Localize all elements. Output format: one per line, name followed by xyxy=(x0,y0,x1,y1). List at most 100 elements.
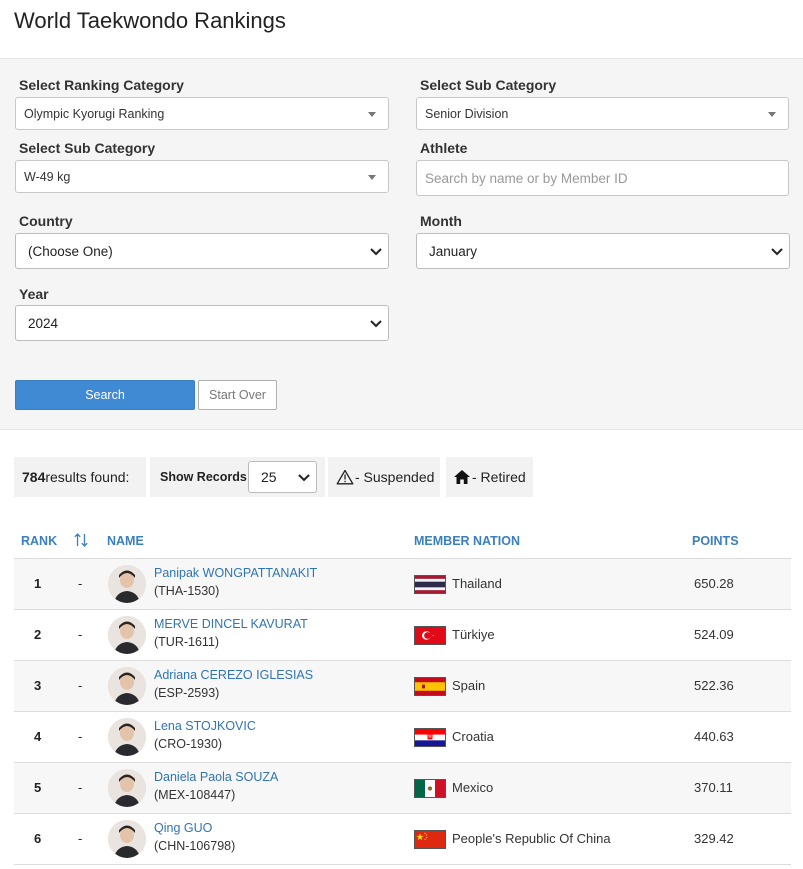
flag-mexico-icon xyxy=(414,779,446,798)
athlete-avatar xyxy=(108,565,146,603)
rank-cell: 4 xyxy=(34,729,42,744)
page-title: World Taekwondo Rankings xyxy=(14,8,286,33)
show-records-label: Show Records: xyxy=(160,470,251,484)
chevron-down-icon xyxy=(771,248,783,256)
column-header-points[interactable]: POINTS xyxy=(692,534,739,548)
show-records: Show Records: 25 xyxy=(150,457,325,497)
home-icon xyxy=(454,470,470,484)
athlete-name-link[interactable]: Qing GUO xyxy=(154,821,212,835)
month-label: Month xyxy=(420,213,462,229)
caret-down-icon xyxy=(768,112,776,117)
year-value: 2024 xyxy=(28,315,59,331)
ranking-category-label: Select Ranking Category xyxy=(19,77,184,93)
athlete-name-link[interactable]: Daniela Paola SOUZA xyxy=(154,770,278,784)
rank-movement: - xyxy=(78,678,83,693)
points-cell: 440.63 xyxy=(694,729,734,744)
athlete-avatar xyxy=(108,769,146,807)
sub-category-value: Senior Division xyxy=(425,106,509,121)
athlete-member-id: (ESP-2593) xyxy=(154,686,220,700)
column-header-rank[interactable]: RANK xyxy=(21,534,57,548)
athlete-member-id: (TUR-1611) xyxy=(154,635,220,649)
flag-china-icon xyxy=(414,830,446,849)
table-row: 6 - Qing GUO (CHN-106798) People's Republic … xyxy=(14,814,791,865)
athlete-avatar xyxy=(108,616,146,654)
flag-spain-icon xyxy=(414,677,446,696)
caret-down-icon xyxy=(368,112,376,117)
rank-cell: 6 xyxy=(34,831,42,846)
results-count-number: 784 xyxy=(22,469,46,485)
member-nation: Croatia xyxy=(452,729,494,744)
chevron-down-icon xyxy=(370,248,382,256)
weight-category-value: W-49 kg xyxy=(24,169,71,184)
search-button[interactable]: Search xyxy=(15,380,195,410)
member-nation: Thailand xyxy=(452,576,502,591)
points-cell: 522.36 xyxy=(694,678,734,693)
athlete-avatar xyxy=(108,667,146,705)
rank-cell: 5 xyxy=(34,780,42,795)
member-nation: Türkiye xyxy=(452,627,495,642)
points-cell: 650.28 xyxy=(694,576,734,591)
rank-cell: 1 xyxy=(34,576,42,591)
athlete-name-link[interactable]: Lena STOJKOVIC xyxy=(154,719,256,733)
table-row: 4 - Lena STOJKOVIC (CRO-1930) Croatia 440.63 xyxy=(14,712,791,763)
weight-category-select[interactable]: W-49 kg xyxy=(15,160,389,193)
table-row: 5 - Daniela Paola SOUZA (MEX-108447) Mexico 3… xyxy=(14,763,791,814)
ranking-category-value: Olympic Kyorugi Ranking xyxy=(24,106,165,121)
table-row: 2 - MERVE DINCEL KAVURAT (TUR-1611) Türkiye 5… xyxy=(14,610,791,661)
member-nation: Spain xyxy=(452,678,486,693)
table-row: 1 - Panipak WONGPATTANAKIT (THA-1530) Thaila… xyxy=(14,559,791,610)
retired-label: - Retired xyxy=(472,469,526,485)
flag-croatia-icon xyxy=(414,728,446,747)
athlete-member-id: (MEX-108447) xyxy=(154,788,236,802)
ranking-category-select[interactable]: Olympic Kyorugi Ranking xyxy=(15,97,389,130)
chevron-down-icon xyxy=(370,320,382,328)
flag-thailand-icon xyxy=(414,575,446,594)
column-header-nation[interactable]: MEMBER NATION xyxy=(414,534,520,548)
results-count: 784 results found: xyxy=(14,457,146,497)
month-value: January xyxy=(429,243,478,259)
athlete-avatar xyxy=(108,718,146,756)
retired-legend: - Retired xyxy=(446,457,533,497)
suspended-legend: - Suspended xyxy=(328,457,440,497)
rank-cell: 3 xyxy=(34,678,42,693)
rank-movement: - xyxy=(78,627,83,642)
rank-movement: - xyxy=(78,576,83,591)
sub-category-select[interactable]: Senior Division xyxy=(416,97,789,130)
athlete-member-id: (CHN-106798) xyxy=(154,839,236,853)
member-nation: People's Republic Of China xyxy=(452,831,611,846)
rank-movement: - xyxy=(78,780,83,795)
results-count-suffix: results found: xyxy=(45,469,130,485)
rank-movement: - xyxy=(78,831,83,846)
sort-icon[interactable] xyxy=(73,532,89,548)
athlete-name-link[interactable]: Adriana CEREZO IGLESIAS xyxy=(154,668,313,682)
rank-cell: 2 xyxy=(34,627,42,642)
suspended-label: - Suspended xyxy=(355,469,435,485)
table-row: 3 - Adriana CEREZO IGLESIAS (ESP-2593) Spain… xyxy=(14,661,791,712)
chevron-down-icon xyxy=(298,474,310,482)
weight-category-label: Select Sub Category xyxy=(19,140,156,156)
flag-turkiye-icon xyxy=(414,626,446,645)
points-cell: 329.42 xyxy=(694,831,734,846)
sub-category-label: Select Sub Category xyxy=(420,77,557,93)
points-cell: 524.09 xyxy=(694,627,734,642)
year-select[interactable]: 2024 xyxy=(15,305,389,341)
athlete-avatar xyxy=(108,820,146,858)
member-nation: Mexico xyxy=(452,780,494,795)
country-label: Country xyxy=(19,213,73,229)
show-records-value: 25 xyxy=(261,469,277,485)
month-select[interactable]: January xyxy=(416,233,790,269)
athlete-name-link[interactable]: MERVE DINCEL KAVURAT xyxy=(154,617,308,631)
athlete-member-id: (THA-1530) xyxy=(154,584,220,598)
show-records-select[interactable]: 25 xyxy=(248,461,317,493)
country-value: (Choose One) xyxy=(28,243,113,259)
athlete-search-input[interactable]: Search by name or by Member ID xyxy=(416,160,789,196)
rank-movement: - xyxy=(78,729,83,744)
filter-panel: Select Ranking Category Olympic Kyorugi … xyxy=(0,58,803,430)
athlete-label: Athlete xyxy=(420,140,468,156)
athlete-name-link[interactable]: Panipak WONGPATTANAKIT xyxy=(154,566,317,580)
athlete-member-id: (CRO-1930) xyxy=(154,737,223,751)
column-header-name[interactable]: NAME xyxy=(107,534,144,548)
start-over-button[interactable]: Start Over xyxy=(198,380,277,410)
country-select[interactable]: (Choose One) xyxy=(15,233,389,269)
warning-icon xyxy=(336,469,354,485)
